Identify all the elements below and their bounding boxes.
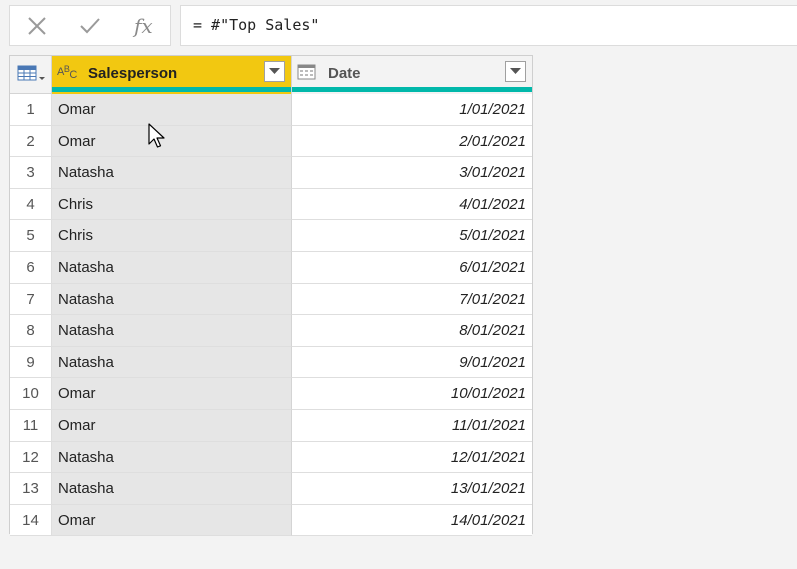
- table-row: 9 Natasha 9/01/2021: [10, 346, 532, 379]
- column-header-salesperson[interactable]: ABC Salesperson: [52, 56, 292, 94]
- table-row: 1 Omar 1/01/2021: [10, 94, 532, 126]
- table-row: 4 Chris 4/01/2021: [10, 188, 532, 221]
- cell-date[interactable]: 6/01/2021: [292, 252, 532, 284]
- cell-date[interactable]: 11/01/2021: [292, 410, 532, 442]
- cell-date[interactable]: 4/01/2021: [292, 188, 532, 221]
- row-number[interactable]: 7: [10, 283, 52, 316]
- cell-salesperson[interactable]: Natasha: [52, 283, 292, 316]
- row-number[interactable]: 12: [10, 441, 52, 474]
- table-row: 6 Natasha 6/01/2021: [10, 252, 532, 284]
- calendar-icon[interactable]: [297, 63, 317, 81]
- check-icon: [80, 17, 100, 33]
- cell-salesperson[interactable]: Natasha: [52, 473, 292, 505]
- filter-dropdown-date[interactable]: [505, 61, 526, 82]
- cell-salesperson[interactable]: Omar: [52, 378, 292, 410]
- table-menu-button[interactable]: [10, 56, 52, 94]
- cell-date[interactable]: 9/01/2021: [292, 346, 532, 379]
- cell-date[interactable]: 14/01/2021: [292, 504, 532, 537]
- mouse-cursor-icon: [148, 123, 165, 148]
- commit-formula-button[interactable]: [63, 6, 116, 45]
- text-type-icon[interactable]: ABC: [57, 64, 77, 81]
- formula-input[interactable]: = #"Top Sales": [180, 5, 797, 46]
- cell-salesperson[interactable]: Omar: [52, 504, 292, 537]
- cell-date[interactable]: 13/01/2021: [292, 473, 532, 505]
- row-number[interactable]: 3: [10, 157, 52, 189]
- cell-salesperson[interactable]: Chris: [52, 220, 292, 252]
- row-number[interactable]: 8: [10, 315, 52, 347]
- row-number[interactable]: 9: [10, 346, 52, 379]
- table-row: 8 Natasha 8/01/2021: [10, 315, 532, 347]
- table-row: 11 Omar 11/01/2021: [10, 410, 532, 442]
- data-grid: ABC Salesperson Date 1 Omar 1/01/2021 2 Omar…: [9, 55, 533, 537]
- filter-dropdown-salesperson[interactable]: [264, 61, 285, 82]
- column-title-salesperson: Salesperson: [88, 65, 178, 82]
- cell-salesperson[interactable]: Natasha: [52, 346, 292, 379]
- cell-salesperson[interactable]: Omar: [52, 94, 292, 126]
- cell-date[interactable]: 3/01/2021: [292, 157, 532, 189]
- cell-date[interactable]: 12/01/2021: [292, 441, 532, 474]
- cell-salesperson[interactable]: Natasha: [52, 157, 292, 189]
- chevron-down-icon: [269, 68, 280, 74]
- cancel-formula-button[interactable]: [10, 6, 63, 45]
- cell-date[interactable]: 8/01/2021: [292, 315, 532, 347]
- row-number[interactable]: 13: [10, 473, 52, 505]
- close-icon: [27, 16, 46, 35]
- row-number[interactable]: 2: [10, 125, 52, 158]
- row-number[interactable]: 11: [10, 410, 52, 442]
- table-row: 12 Natasha 12/01/2021: [10, 441, 532, 474]
- cell-salesperson[interactable]: Natasha: [52, 252, 292, 284]
- cell-salesperson[interactable]: Omar: [52, 125, 292, 158]
- row-number[interactable]: 5: [10, 220, 52, 252]
- cell-date[interactable]: 10/01/2021: [292, 378, 532, 410]
- table-icon: [17, 65, 45, 81]
- row-number[interactable]: 6: [10, 252, 52, 284]
- table-row: 5 Chris 5/01/2021: [10, 220, 532, 252]
- cell-salesperson[interactable]: Chris: [52, 188, 292, 221]
- cell-date[interactable]: 1/01/2021: [292, 94, 532, 126]
- table-row: 10 Omar 10/01/2021: [10, 378, 532, 410]
- table-row: 3 Natasha 3/01/2021: [10, 157, 532, 189]
- row-number[interactable]: 1: [10, 94, 52, 126]
- row-number[interactable]: 4: [10, 188, 52, 221]
- cell-date[interactable]: 2/01/2021: [292, 125, 532, 158]
- chevron-down-icon: [510, 68, 521, 74]
- cell-salesperson[interactable]: Natasha: [52, 441, 292, 474]
- column-quality-bar: [52, 87, 291, 92]
- table-row: 7 Natasha 7/01/2021: [10, 283, 532, 316]
- fx-icon: fx: [133, 13, 153, 38]
- insert-function-button[interactable]: fx: [117, 6, 170, 45]
- table-row: 14 Omar 14/01/2021: [10, 504, 532, 537]
- row-number[interactable]: 10: [10, 378, 52, 410]
- table-row: 2 Omar 2/01/2021: [10, 125, 532, 158]
- row-number[interactable]: 14: [10, 504, 52, 537]
- cell-date[interactable]: 5/01/2021: [292, 220, 532, 252]
- column-title-date: Date: [328, 65, 361, 82]
- column-quality-bar: [292, 87, 532, 92]
- formula-bar-buttons: fx: [9, 5, 171, 46]
- cell-salesperson[interactable]: Natasha: [52, 315, 292, 347]
- cell-date[interactable]: 7/01/2021: [292, 283, 532, 316]
- column-header-date[interactable]: Date: [292, 56, 532, 94]
- cell-salesperson[interactable]: Omar: [52, 410, 292, 442]
- table-row: 13 Natasha 13/01/2021: [10, 473, 532, 505]
